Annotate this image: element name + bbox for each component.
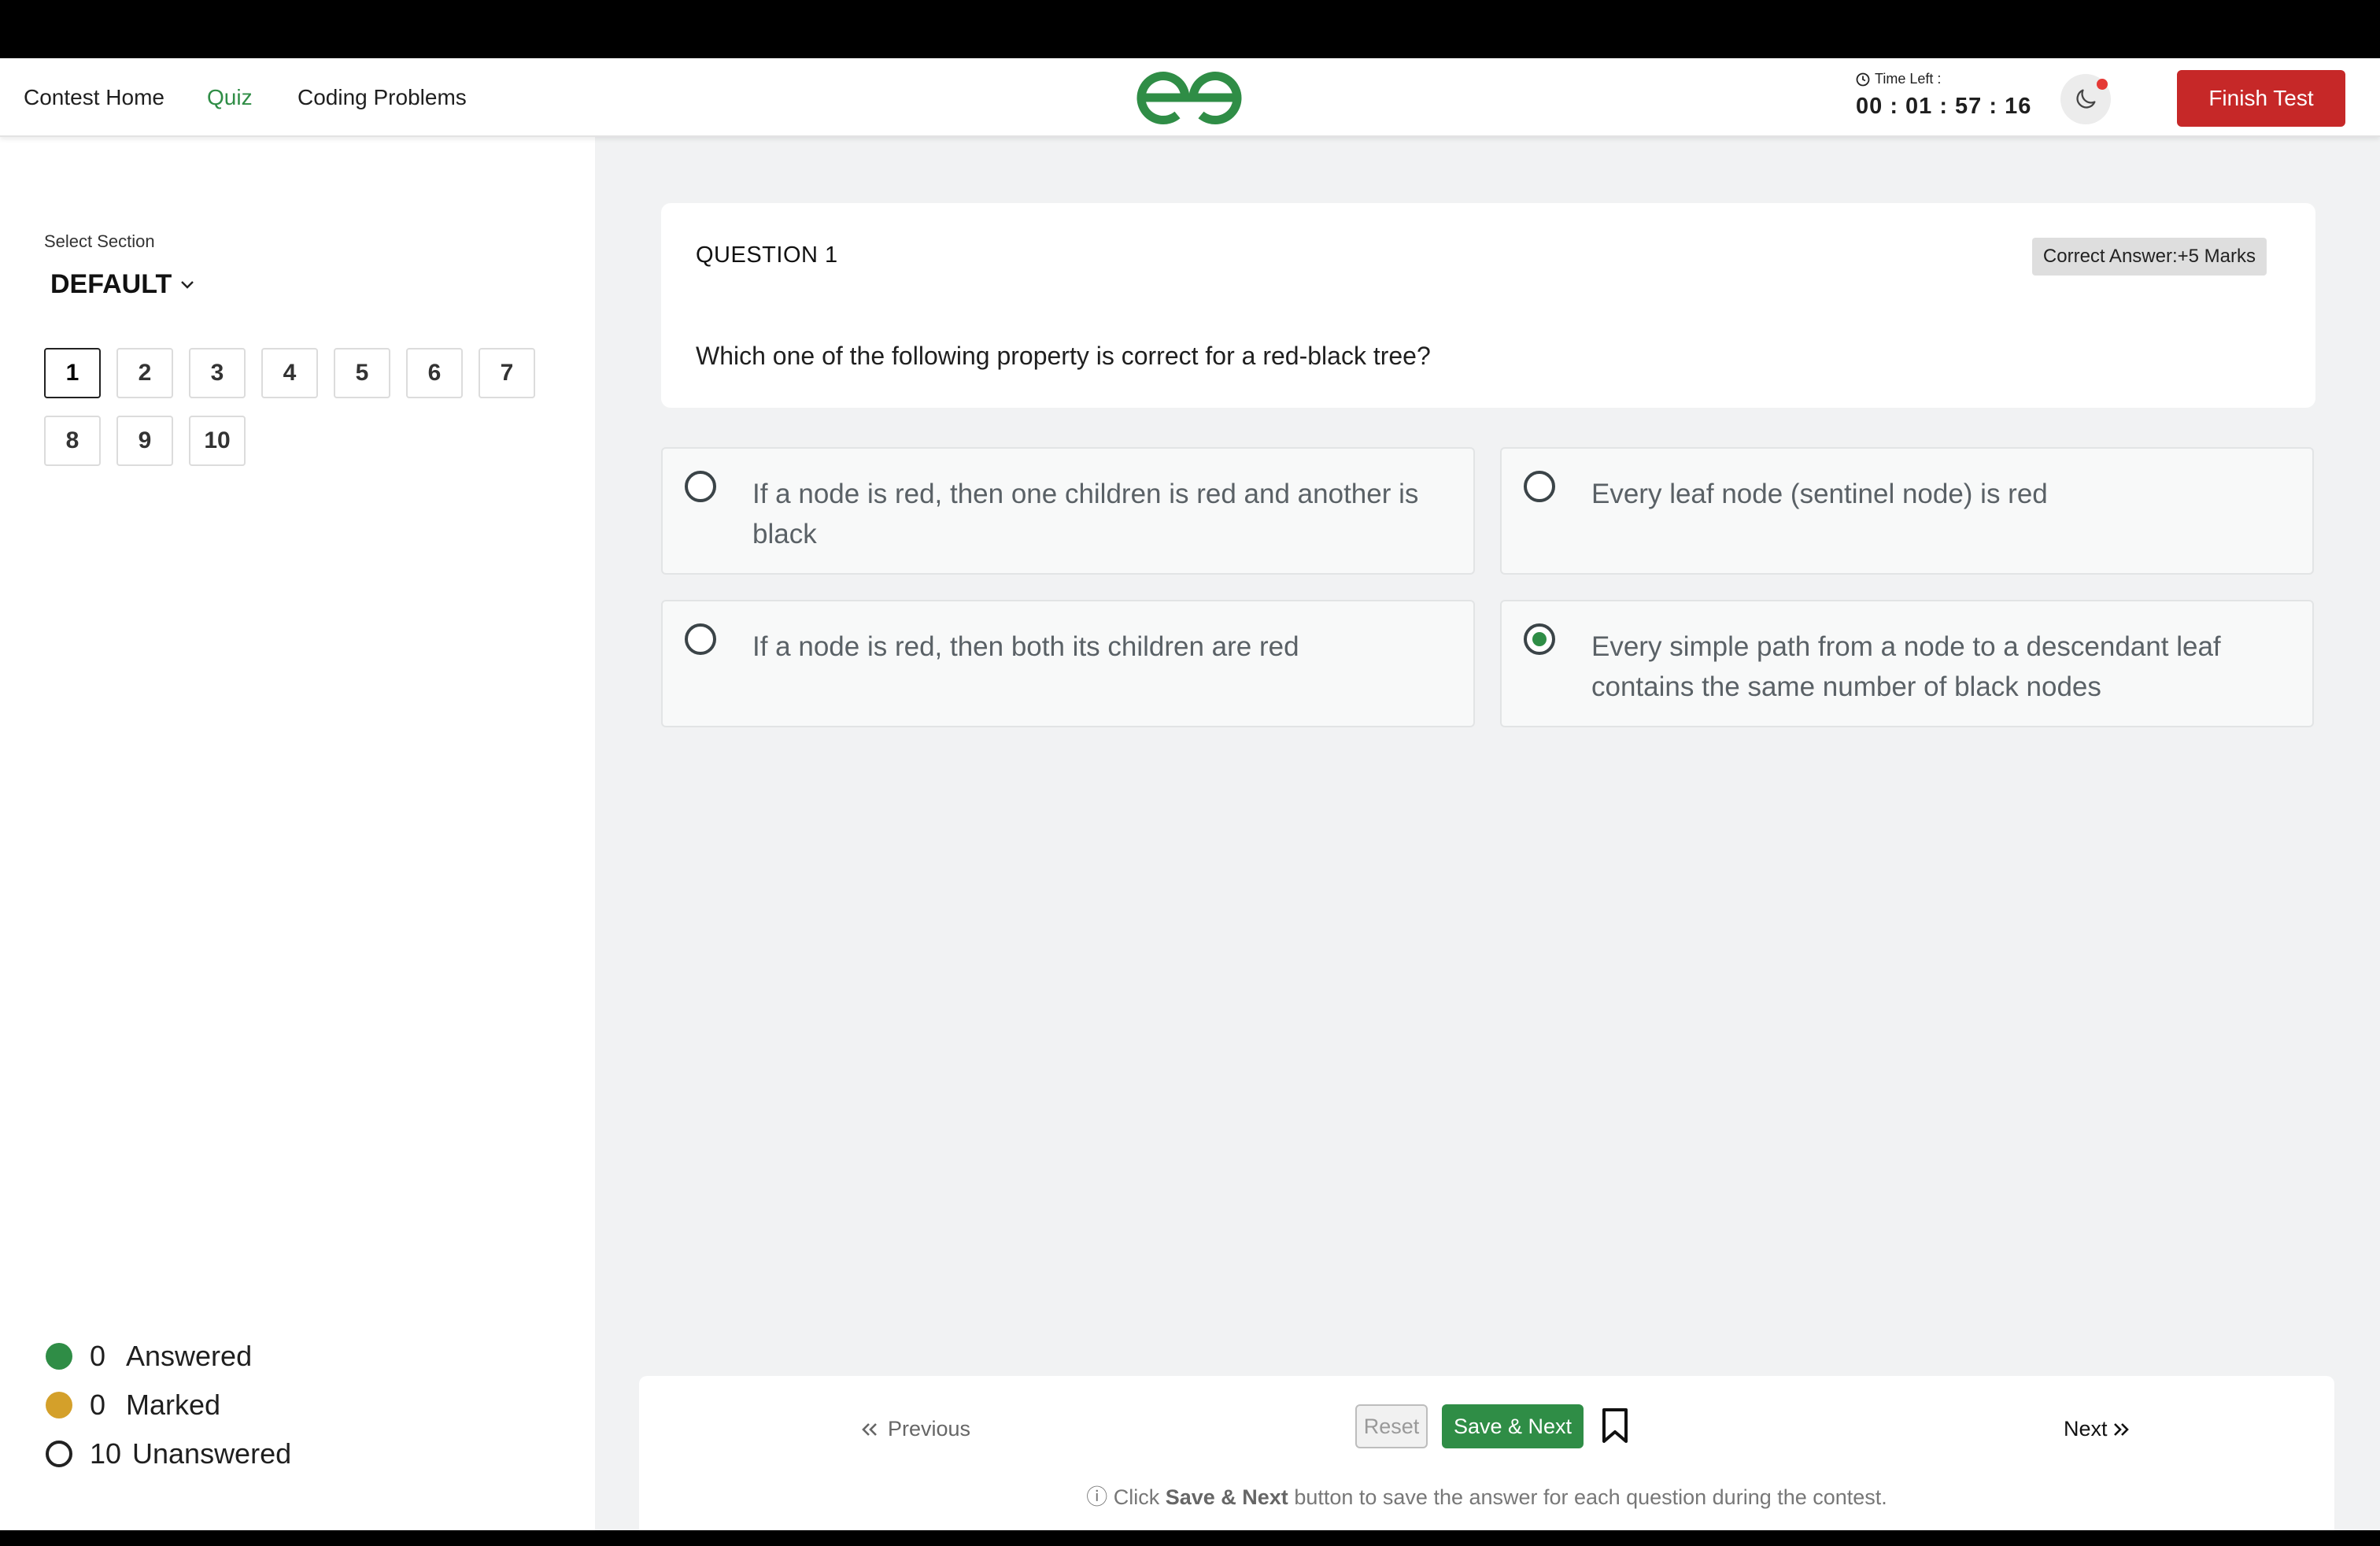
info-hint: ⓘ Click Save & Next button to save the a… (639, 1480, 2334, 1511)
question-nav-7[interactable]: 7 (479, 348, 535, 398)
select-section-label: Select Section (44, 231, 155, 251)
option-text: If a node is red, then one children is r… (752, 479, 1419, 549)
option-text: If a node is red, then both its children… (752, 631, 1299, 662)
marked-count: 0 (90, 1389, 106, 1421)
unanswered-label: Unanswered (132, 1437, 292, 1470)
time-left-value: 00 : 01 : 57 : 16 (1856, 94, 2032, 119)
option-4[interactable]: Every simple path from a node to a desce… (1500, 600, 2314, 727)
reset-button[interactable]: Reset (1355, 1404, 1428, 1448)
question-nav-6[interactable]: 6 (406, 348, 463, 398)
legend-answered: 0 Answered (46, 1340, 252, 1373)
legend-unanswered: 10 Unanswered (46, 1437, 291, 1470)
question-number: QUESTION 1 (696, 242, 838, 268)
option-text: Every simple path from a node to a desce… (1591, 631, 2221, 702)
radio-dot (1532, 632, 1547, 646)
marked-dot (46, 1392, 72, 1418)
double-chevron-left-icon (862, 1422, 877, 1436)
clock-icon (1856, 72, 1870, 86)
timer-label-row: Time Left : (1856, 71, 2031, 87)
unanswered-dot (46, 1441, 72, 1467)
question-nav-1[interactable]: 1 (44, 348, 101, 398)
option-text: Every leaf node (sentinel node) is red (1591, 479, 2048, 509)
option-2[interactable]: Every leaf node (sentinel node) is red (1500, 447, 2314, 575)
radio-button[interactable] (1524, 471, 1555, 502)
nav-contest-home[interactable]: Contest Home (24, 85, 164, 110)
dark-mode-toggle[interactable] (2060, 74, 2111, 124)
option-3[interactable]: If a node is red, then both its children… (661, 600, 1475, 727)
question-nav-4[interactable]: 4 (261, 348, 318, 398)
bottom-action-bar: Previous Reset Save & Next Next ⓘ Click … (639, 1376, 2334, 1530)
question-text: Which one of the following property is c… (696, 342, 1431, 370)
question-card: QUESTION 1 Correct Answer:+5 Marks Which… (661, 203, 2315, 408)
save-next-button[interactable]: Save & Next (1442, 1404, 1584, 1448)
marked-label: Marked (126, 1389, 221, 1421)
gfg-logo-icon (1136, 72, 1242, 124)
answered-label: Answered (126, 1340, 253, 1372)
finish-test-button[interactable]: Finish Test (2177, 70, 2345, 127)
question-nav-2[interactable]: 2 (116, 348, 173, 398)
double-chevron-right-icon (2113, 1422, 2129, 1436)
moon-icon (2076, 89, 2096, 109)
question-nav-5[interactable]: 5 (334, 348, 390, 398)
previous-button[interactable]: Previous (861, 1417, 970, 1441)
main-content: QUESTION 1 Correct Answer:+5 Marks Which… (595, 137, 2380, 1530)
notification-dot (2097, 79, 2108, 90)
next-label: Next (2064, 1417, 2108, 1441)
question-nav-9[interactable]: 9 (116, 416, 173, 466)
previous-label: Previous (888, 1417, 971, 1441)
option-1[interactable]: If a node is red, then one children is r… (661, 447, 1475, 575)
section-name: DEFAULT (50, 269, 172, 299)
legend-marked: 0 Marked (46, 1389, 220, 1422)
sidebar: Select Section DEFAULT 1 2 3 4 5 6 7 8 9… (0, 137, 595, 1530)
radio-button-selected[interactable] (1524, 623, 1555, 655)
browser-top-bar (0, 0, 2380, 58)
nav-coding-problems[interactable]: Coding Problems (298, 85, 467, 110)
unanswered-count: 10 (90, 1437, 122, 1470)
time-left-label: Time Left : (1875, 71, 1942, 87)
info-icon: ⓘ (1086, 1485, 1108, 1509)
bookmark-icon[interactable] (1601, 1407, 1629, 1444)
timer: Time Left : 00 : 01 : 57 : 16 (1856, 71, 2031, 120)
info-suffix: button to save the answer for each quest… (1294, 1485, 1887, 1509)
section-dropdown[interactable]: DEFAULT (50, 269, 195, 300)
chevron-down-icon (181, 280, 194, 289)
answered-dot (46, 1343, 72, 1370)
radio-button[interactable] (685, 471, 716, 502)
question-nav-3[interactable]: 3 (189, 348, 246, 398)
question-nav-8[interactable]: 8 (44, 416, 101, 466)
info-bold: Save & Next (1165, 1485, 1288, 1509)
marks-badge: Correct Answer:+5 Marks (2031, 238, 2267, 276)
next-button[interactable]: Next (2064, 1417, 2130, 1441)
question-nav-10[interactable]: 10 (189, 416, 246, 466)
info-prefix: Click (1113, 1485, 1160, 1509)
answered-count: 0 (90, 1340, 106, 1372)
radio-button[interactable] (685, 623, 716, 655)
nav-quiz[interactable]: Quiz (207, 85, 253, 110)
